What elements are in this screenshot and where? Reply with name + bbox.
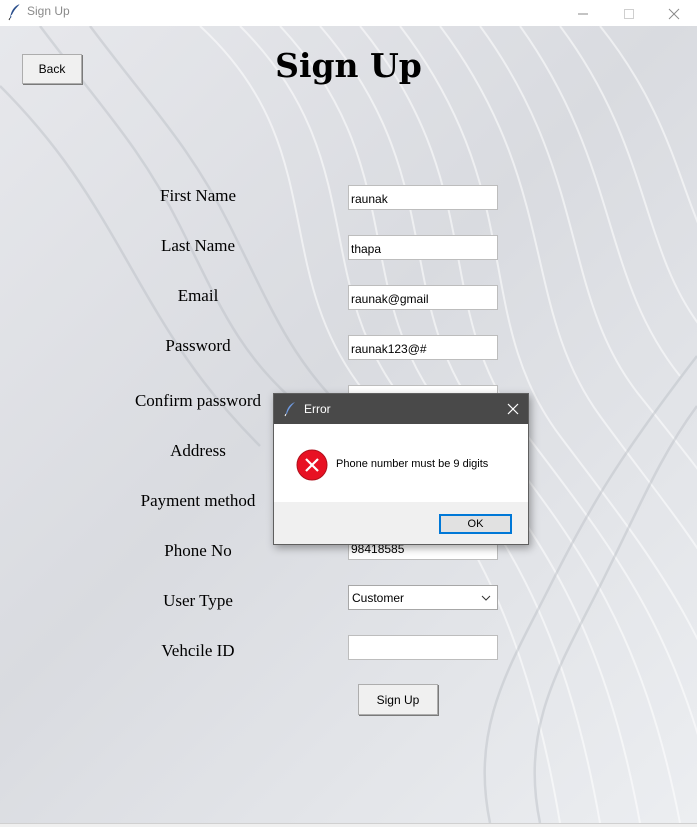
user-type-selected-value: Customer xyxy=(352,591,405,605)
dialog-titlebar: Error xyxy=(274,394,528,424)
error-icon xyxy=(296,449,328,481)
confirm-password-label: Confirm password xyxy=(134,391,262,410)
dialog-message: Phone number must be 9 digits xyxy=(336,458,489,470)
close-button[interactable] xyxy=(651,0,697,26)
first-name-input[interactable]: raunak xyxy=(348,185,498,210)
email-input[interactable]: raunak@gmail xyxy=(348,285,498,310)
window-bottom-edge xyxy=(0,823,697,827)
dialog-title: Error xyxy=(304,402,331,416)
ok-button[interactable]: OK xyxy=(439,514,512,534)
maximize-button[interactable] xyxy=(606,0,652,26)
dialog-footer: OK xyxy=(274,502,528,544)
minimize-icon xyxy=(578,13,588,15)
phone-no-label: Phone No xyxy=(164,541,232,560)
user-type-label: User Type xyxy=(163,591,233,610)
window-title: Sign Up xyxy=(27,4,70,18)
first-name-label: First Name xyxy=(159,186,237,205)
vehicle-id-input[interactable] xyxy=(348,635,498,660)
window-titlebar: Sign Up xyxy=(0,0,697,26)
chevron-down-icon xyxy=(481,595,491,601)
password-input[interactable]: raunak123@# xyxy=(348,335,498,360)
last-name-label: Last Name xyxy=(160,236,236,255)
page-title: Sign Up xyxy=(275,46,422,85)
minimize-button[interactable] xyxy=(560,0,606,26)
close-icon xyxy=(507,403,519,415)
dialog-close-button[interactable] xyxy=(500,394,528,424)
password-label: Password xyxy=(165,336,231,355)
vehicle-id-label: Vehcile ID xyxy=(161,641,235,660)
sign-up-button[interactable]: Sign Up xyxy=(358,684,438,715)
close-icon xyxy=(668,8,680,20)
user-type-select[interactable]: Customer xyxy=(348,585,498,610)
payment-method-label: Payment method xyxy=(140,491,256,510)
email-label: Email xyxy=(177,286,219,305)
maximize-icon xyxy=(624,9,634,19)
feather-icon xyxy=(8,3,22,21)
dialog-body: Phone number must be 9 digits xyxy=(274,424,528,502)
error-dialog: Error Phone number must be 9 digits OK xyxy=(273,393,529,545)
last-name-input[interactable]: thapa xyxy=(348,235,498,260)
feather-icon xyxy=(284,401,296,421)
address-label: Address xyxy=(170,441,226,460)
